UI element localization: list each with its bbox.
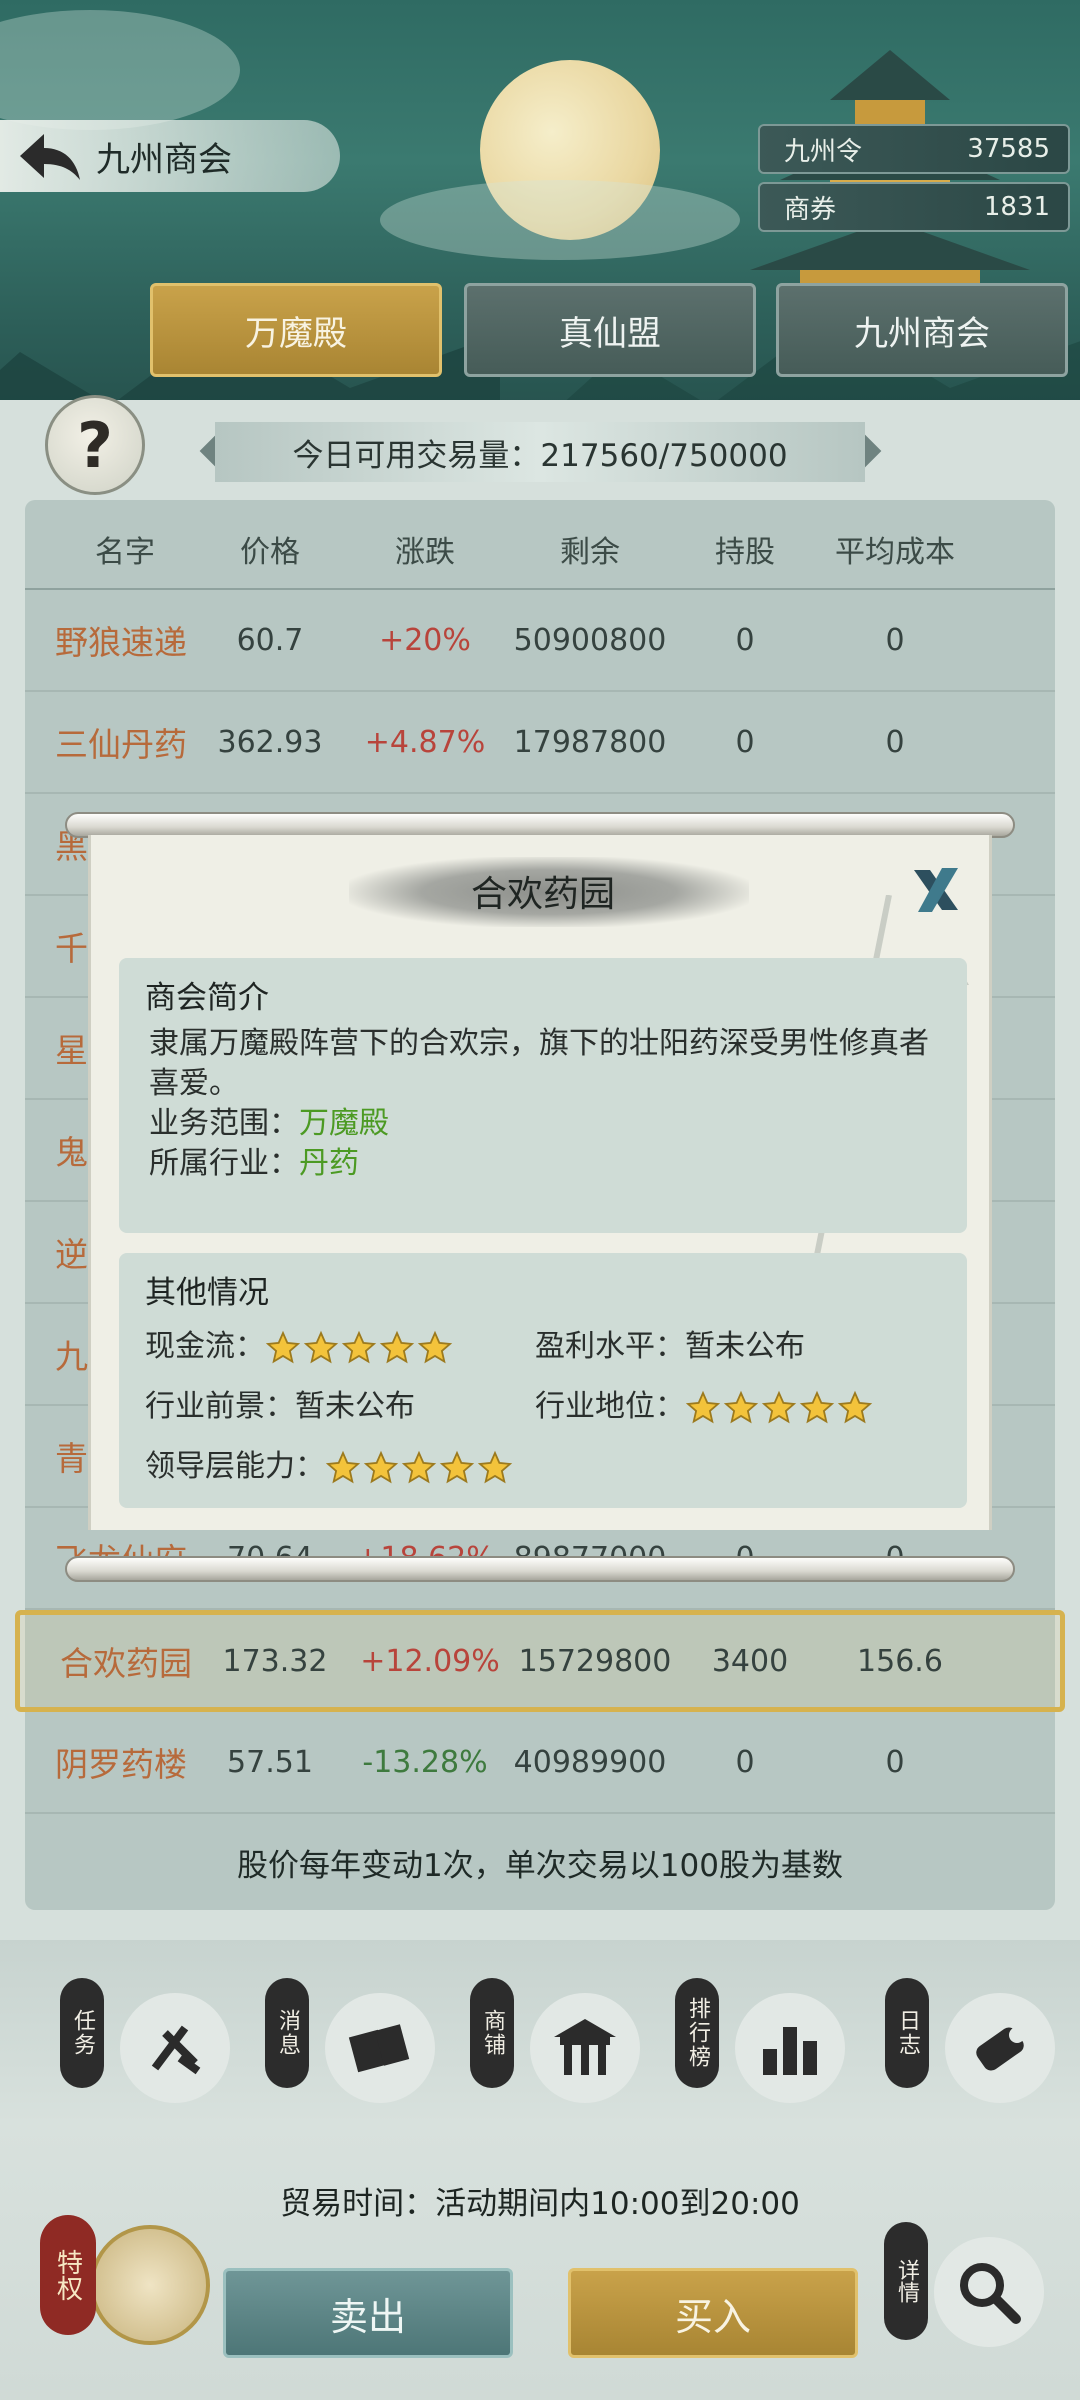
cashflow-rating xyxy=(265,1330,453,1366)
outlook-value: 暂未公布 xyxy=(295,1389,415,1424)
company-detail-modal: 合欢药园 商会简介 隶属万魔殿阵营下的合欢宗，旗下的壮阳药深受男性修真者喜爱。 … xyxy=(88,835,992,1530)
star-icon xyxy=(417,1330,453,1366)
close-button[interactable] xyxy=(901,855,971,925)
leadership-rating xyxy=(325,1450,513,1486)
other-info-card: 其他情况 现金流： 盈利水平：暂未公布 行业前景：暂未公布 行业地位： 领导层能… xyxy=(119,1253,967,1508)
position-label: 行业地位： xyxy=(535,1389,685,1424)
modal-title: 合欢药园 xyxy=(470,874,615,915)
star-icon xyxy=(341,1330,377,1366)
leadership-label: 领导层能力： xyxy=(145,1449,325,1484)
cashflow-item: 现金流： xyxy=(145,1327,535,1367)
profit-label: 盈利水平： xyxy=(535,1329,685,1364)
star-icon xyxy=(379,1330,415,1366)
profit-value: 暂未公布 xyxy=(685,1329,805,1364)
star-icon xyxy=(303,1330,339,1366)
star-icon xyxy=(761,1390,797,1426)
outlook-label: 行业前景： xyxy=(145,1389,295,1424)
star-icon xyxy=(723,1390,759,1426)
industry-line: 所属行业：丹药 xyxy=(149,1144,941,1184)
position-item: 行业地位： xyxy=(535,1387,935,1427)
profit-item: 盈利水平：暂未公布 xyxy=(535,1327,935,1367)
position-rating xyxy=(685,1390,873,1426)
scope-label: 业务范围： xyxy=(149,1106,299,1141)
star-icon xyxy=(325,1450,361,1486)
star-icon xyxy=(685,1390,721,1426)
cashflow-label: 现金流： xyxy=(145,1329,265,1364)
star-icon xyxy=(439,1450,475,1486)
intro-text: 隶属万魔殿阵营下的合欢宗，旗下的壮阳药深受男性修真者喜爱。 xyxy=(149,1026,929,1101)
star-icon xyxy=(837,1390,873,1426)
scope-line: 业务范围：万魔殿 xyxy=(149,1104,941,1144)
industry-label: 所属行业： xyxy=(149,1146,299,1181)
star-icon xyxy=(363,1450,399,1486)
star-icon xyxy=(265,1330,301,1366)
scope-value: 万魔殿 xyxy=(299,1106,389,1141)
intro-card: 商会简介 隶属万魔殿阵营下的合欢宗，旗下的壮阳药深受男性修真者喜爱。 业务范围：… xyxy=(119,958,967,1233)
outlook-item: 行业前景：暂未公布 xyxy=(145,1387,535,1427)
star-icon xyxy=(401,1450,437,1486)
close-icon xyxy=(914,868,958,912)
star-icon xyxy=(799,1390,835,1426)
other-heading: 其他情况 xyxy=(145,1275,269,1311)
leadership-item: 领导层能力： xyxy=(145,1447,535,1487)
intro-heading: 商会简介 xyxy=(145,980,269,1016)
star-icon xyxy=(477,1450,513,1486)
scroll-rod-bottom xyxy=(65,1556,1015,1582)
industry-value: 丹药 xyxy=(299,1146,359,1181)
